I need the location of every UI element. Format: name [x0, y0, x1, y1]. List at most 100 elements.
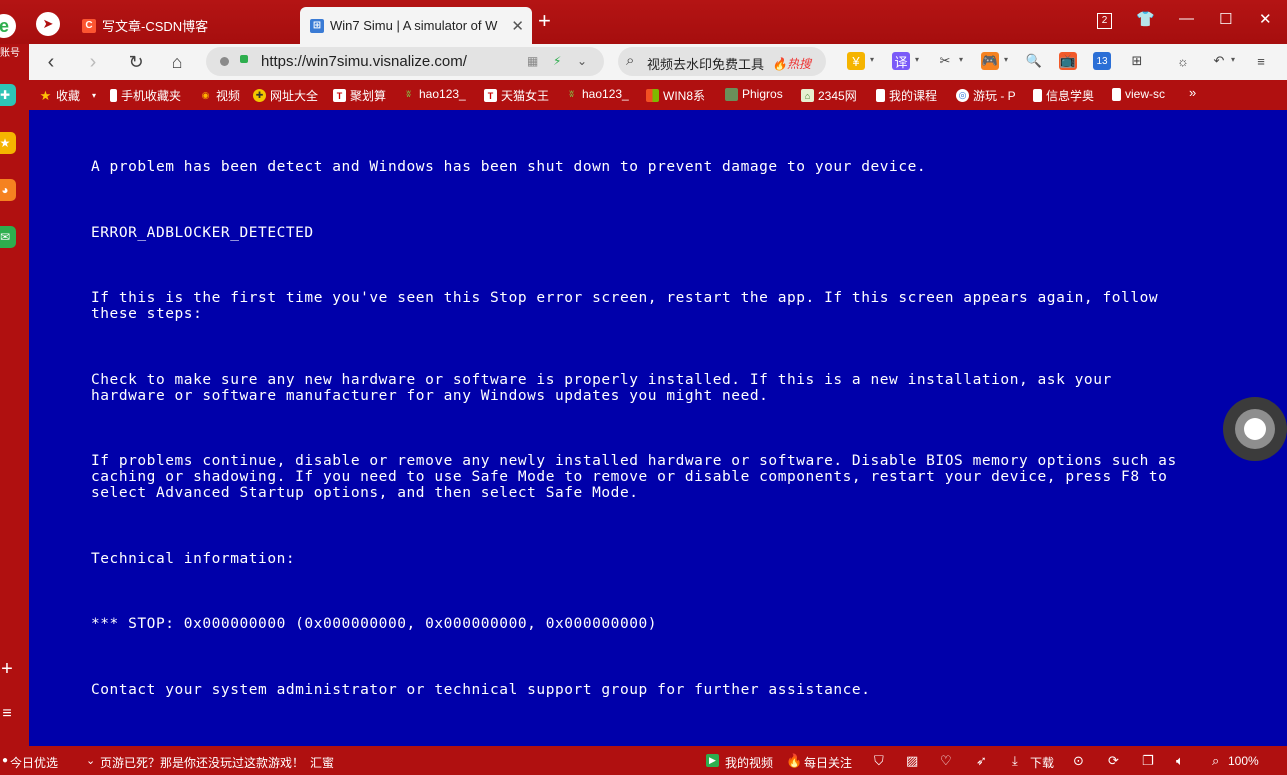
bsod-problems: If problems continue, disable or remove … [91, 453, 1177, 501]
edge-icon[interactable]: ⊙ [1073, 753, 1084, 769]
close-window-button[interactable]: ✕ [1259, 10, 1272, 28]
heart-monitor-icon[interactable]: ♡ [940, 753, 952, 769]
sync-icon[interactable]: ⟳ [1108, 753, 1119, 769]
bookmark-item[interactable]: 手机收藏夹 [110, 87, 181, 104]
paper-plane-icon[interactable]: ➤ [36, 12, 60, 36]
bookmark-item[interactable]: ✚ 网址大全 [253, 87, 318, 104]
chevron-down-icon[interactable]: ▾ [870, 55, 874, 64]
phone-icon [110, 89, 117, 102]
speaker-icon[interactable]: 🔈︎ [1176, 753, 1184, 769]
dot-icon: ● [2, 755, 9, 766]
bookmark-item[interactable]: 信息学奥 [1033, 87, 1094, 104]
translate-icon[interactable]: 译 [892, 52, 910, 70]
plugin-icon[interactable]: ✚ [0, 84, 16, 106]
bookmark-item[interactable]: ◎ 游玩 - P [956, 87, 1016, 104]
search-box[interactable]: ⌕ 视频去水印免费工具 🔥热搜 [618, 47, 826, 76]
bookmark-item[interactable]: ʬ hao123_ [565, 87, 628, 101]
tab-title: 写文章-CSDN博客 [102, 19, 209, 34]
gamepad-icon[interactable]: 🎮 [981, 52, 999, 70]
windows-icon: ⊞ [310, 18, 324, 33]
chevron-down-icon[interactable]: ⌄ [86, 754, 95, 767]
bsod-first-time: If this is the first time you've seen th… [91, 290, 1159, 322]
chevron-down-icon[interactable]: ▾ [1004, 55, 1008, 64]
weibo-icon[interactable]: ◕ [0, 179, 16, 201]
my-videos-link[interactable]: 我的视频 [725, 754, 773, 771]
rocket-icon[interactable]: ➶ [976, 753, 987, 769]
grid-icon[interactable]: ▦ [527, 54, 538, 68]
bookmark-item[interactable]: T 天猫女王 [484, 87, 549, 104]
zoom-level[interactable]: 100% [1228, 754, 1259, 768]
bookmark-item[interactable]: view-sc [1112, 87, 1165, 101]
floating-assistive-button[interactable] [1223, 397, 1287, 461]
account-label[interactable]: 账号 [0, 44, 20, 59]
2345-icon: ⌂ [801, 89, 814, 102]
window-icon[interactable]: ❐ [1142, 753, 1154, 769]
zoom-icon[interactable]: ⌕ [1212, 753, 1219, 769]
undo-icon[interactable]: ↶ [1210, 52, 1228, 70]
tab-win7simu[interactable]: ⊞ Win7 Simu | A simulator of W ✕ [300, 7, 532, 44]
download-icon[interactable]: ⤓ [1012, 753, 1018, 769]
magnifier-icon[interactable]: 🔍 [1025, 52, 1043, 70]
lightning-icon[interactable]: ⚡ [553, 54, 561, 68]
apps-grid-icon[interactable]: ⊞ [1128, 52, 1146, 70]
more-bookmarks-button[interactable]: » [1189, 85, 1196, 100]
video-icon: ◉ [201, 90, 210, 100]
bookmark-favorites[interactable]: ★ 收藏 ▾ [39, 87, 96, 104]
search-icon[interactable]: ⌕ [626, 52, 634, 69]
new-tab-button[interactable]: + [538, 10, 551, 32]
bookmark-item[interactable]: ◉ 视频 [199, 87, 240, 104]
add-icon[interactable]: + [0, 658, 18, 680]
site-info-icon[interactable] [220, 57, 229, 66]
shield-icon[interactable]: ⛉ [874, 753, 884, 769]
tab-count-badge[interactable]: 2 [1097, 13, 1112, 29]
bookmark-item[interactable]: Phigros [725, 87, 783, 101]
brightness-icon[interactable]: ☼ [1174, 52, 1192, 70]
image-icon[interactable]: ▨ [906, 753, 918, 769]
bookmark-item[interactable]: ʬ hao123_ [402, 87, 465, 101]
bookmark-item[interactable]: T 聚划算 [333, 87, 386, 104]
star-icon[interactable]: ★ [0, 132, 16, 154]
scissors-icon[interactable]: ✂ [936, 52, 954, 70]
chevron-down-icon[interactable]: ⌄ [577, 54, 587, 68]
doc-icon [1112, 87, 1121, 101]
today-picks-link[interactable]: 今日优选 [10, 754, 58, 771]
download-label[interactable]: 下载 [1030, 754, 1054, 771]
chevron-down-icon[interactable]: ▾ [915, 55, 919, 64]
close-tab-icon[interactable]: ✕ [511, 17, 524, 35]
mail-icon[interactable]: ✉ [0, 226, 16, 248]
app-badge-icon[interactable]: 13 [1093, 52, 1111, 70]
reload-button[interactable]: ↻ [124, 50, 148, 74]
hao-icon: ʬ [569, 89, 574, 99]
minimize-button[interactable]: — [1179, 10, 1194, 27]
tv-icon[interactable]: 📺 [1059, 52, 1077, 70]
bsod-tech-info: Technical information: [91, 551, 296, 567]
back-button[interactable]: ‹ [39, 50, 63, 74]
maximize-button[interactable]: ☐ [1219, 10, 1232, 28]
tab-csdn[interactable]: C 写文章-CSDN博客 [72, 7, 298, 44]
chevron-down-icon[interactable]: ▾ [959, 55, 963, 64]
phigros-icon [725, 87, 738, 101]
news-ticker-link[interactable]: 页游已死？那是你还没玩过这款游戏！ [100, 754, 304, 771]
navigation-bar: ‹ › ↻ ⌂ https://win7simu.visnalize.com/ … [29, 44, 1287, 80]
url-text[interactable]: https://win7simu.visnalize.com/ [261, 53, 467, 70]
menu-icon[interactable]: ≡ [0, 703, 18, 725]
chevron-down-icon[interactable]: ▾ [1231, 55, 1235, 64]
assistive-ring [1235, 409, 1275, 449]
tab-strip: ➤ C 写文章-CSDN博客 ⊞ Win7 Simu | A simulator… [0, 0, 1287, 44]
address-bar[interactable]: https://win7simu.visnalize.com/ ▦ ⚡ ⌄ [206, 47, 604, 76]
menu-icon[interactable]: ≡ [1252, 52, 1270, 70]
bookmark-item[interactable]: WIN8系 [646, 87, 705, 104]
bsod-check: Check to make sure any new hardware or s… [91, 372, 1112, 404]
bookmarks-bar: ★ 收藏 ▾ 手机收藏夹 ◉ 视频 ✚ 网址大全 T 聚划算 ʬ hao123_ T 天猫女王… [29, 80, 1287, 110]
hot-search-label: 🔥热搜 [772, 57, 811, 71]
shirt-icon[interactable]: 👕 [1136, 10, 1155, 28]
t-icon: T [333, 89, 346, 102]
coupon-icon[interactable]: ¥ [847, 52, 865, 70]
forward-button[interactable]: › [81, 50, 105, 74]
bookmark-item[interactable]: 我的课程 [876, 87, 937, 104]
home-button[interactable]: ⌂ [165, 50, 189, 74]
bookmark-item[interactable]: ⌂ 2345网 [801, 87, 857, 104]
daily-follow-link[interactable]: 每日关注 [804, 754, 852, 771]
search-suggestion[interactable]: 视频去水印免费工具 [647, 54, 764, 73]
assistive-dot [1244, 418, 1266, 440]
